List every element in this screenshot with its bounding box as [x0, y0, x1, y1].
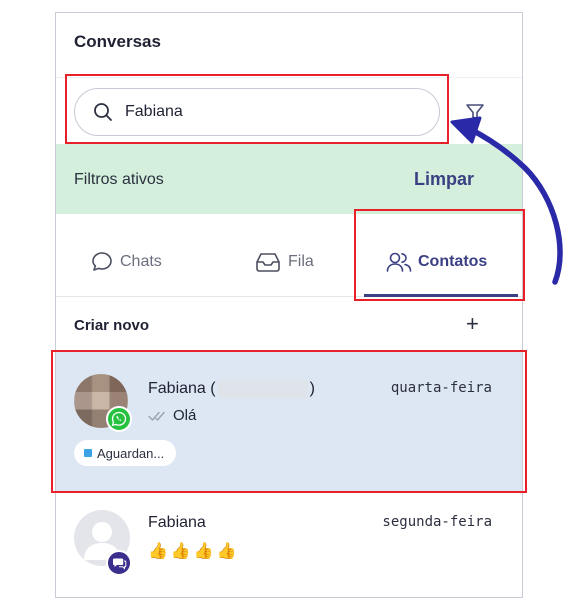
chat-channel-glyph [113, 558, 127, 570]
status-dot [84, 449, 92, 457]
create-new-row[interactable]: Criar novo + [56, 297, 522, 352]
tab-fila[interactable]: Fila [254, 250, 314, 274]
whatsapp-icon [106, 406, 132, 432]
tab-chats[interactable]: Chats [90, 250, 162, 274]
tab-fila-label: Fila [288, 253, 314, 270]
chat-bubble-icon [92, 252, 112, 271]
create-new-label: Criar novo [74, 317, 150, 334]
status-badge-label: Aguardan... [97, 445, 165, 461]
tab-chats-label: Chats [120, 253, 162, 270]
active-filters-label: Filtros ativos [74, 171, 164, 188]
chat-channel-icon [106, 550, 132, 576]
inbox-tray-icon [256, 253, 280, 272]
contact-name-paren-close: ) [309, 380, 315, 398]
conversation-day: quarta-feira [390, 380, 492, 396]
conversations-panel: Conversas Filtros ativos Limpar Chats [55, 12, 523, 598]
redacted-phone [217, 380, 308, 398]
panel-header: Conversas [56, 13, 522, 77]
contact-name: Fabiana [148, 514, 206, 531]
conversation-item[interactable]: Fabiana segunda-feira 👍👍👍👍 [56, 492, 522, 597]
users-icon [386, 252, 412, 272]
panel-title: Conversas [74, 32, 161, 51]
annotation-arrow [450, 116, 563, 285]
message-preview-text: Olá [173, 407, 197, 424]
search-input[interactable] [125, 103, 405, 121]
search-icon [94, 103, 112, 121]
add-new-button[interactable]: + [466, 311, 479, 337]
conversation-day: segunda-feira [382, 514, 492, 530]
contact-name-text: Fabiana [148, 380, 206, 398]
message-preview: Olá [148, 407, 196, 424]
message-preview-text: 👍👍👍👍 [148, 543, 240, 560]
search-box[interactable] [74, 88, 440, 136]
conversation-item[interactable]: Fabiana () quarta-feira Olá Aguardan... [56, 352, 522, 492]
double-check-icon [148, 411, 165, 421]
contact-name: Fabiana () [148, 380, 315, 398]
whatsapp-glyph [111, 411, 127, 427]
contact-name-paren-open: ( [205, 380, 216, 398]
status-badge: Aguardan... [74, 440, 177, 466]
